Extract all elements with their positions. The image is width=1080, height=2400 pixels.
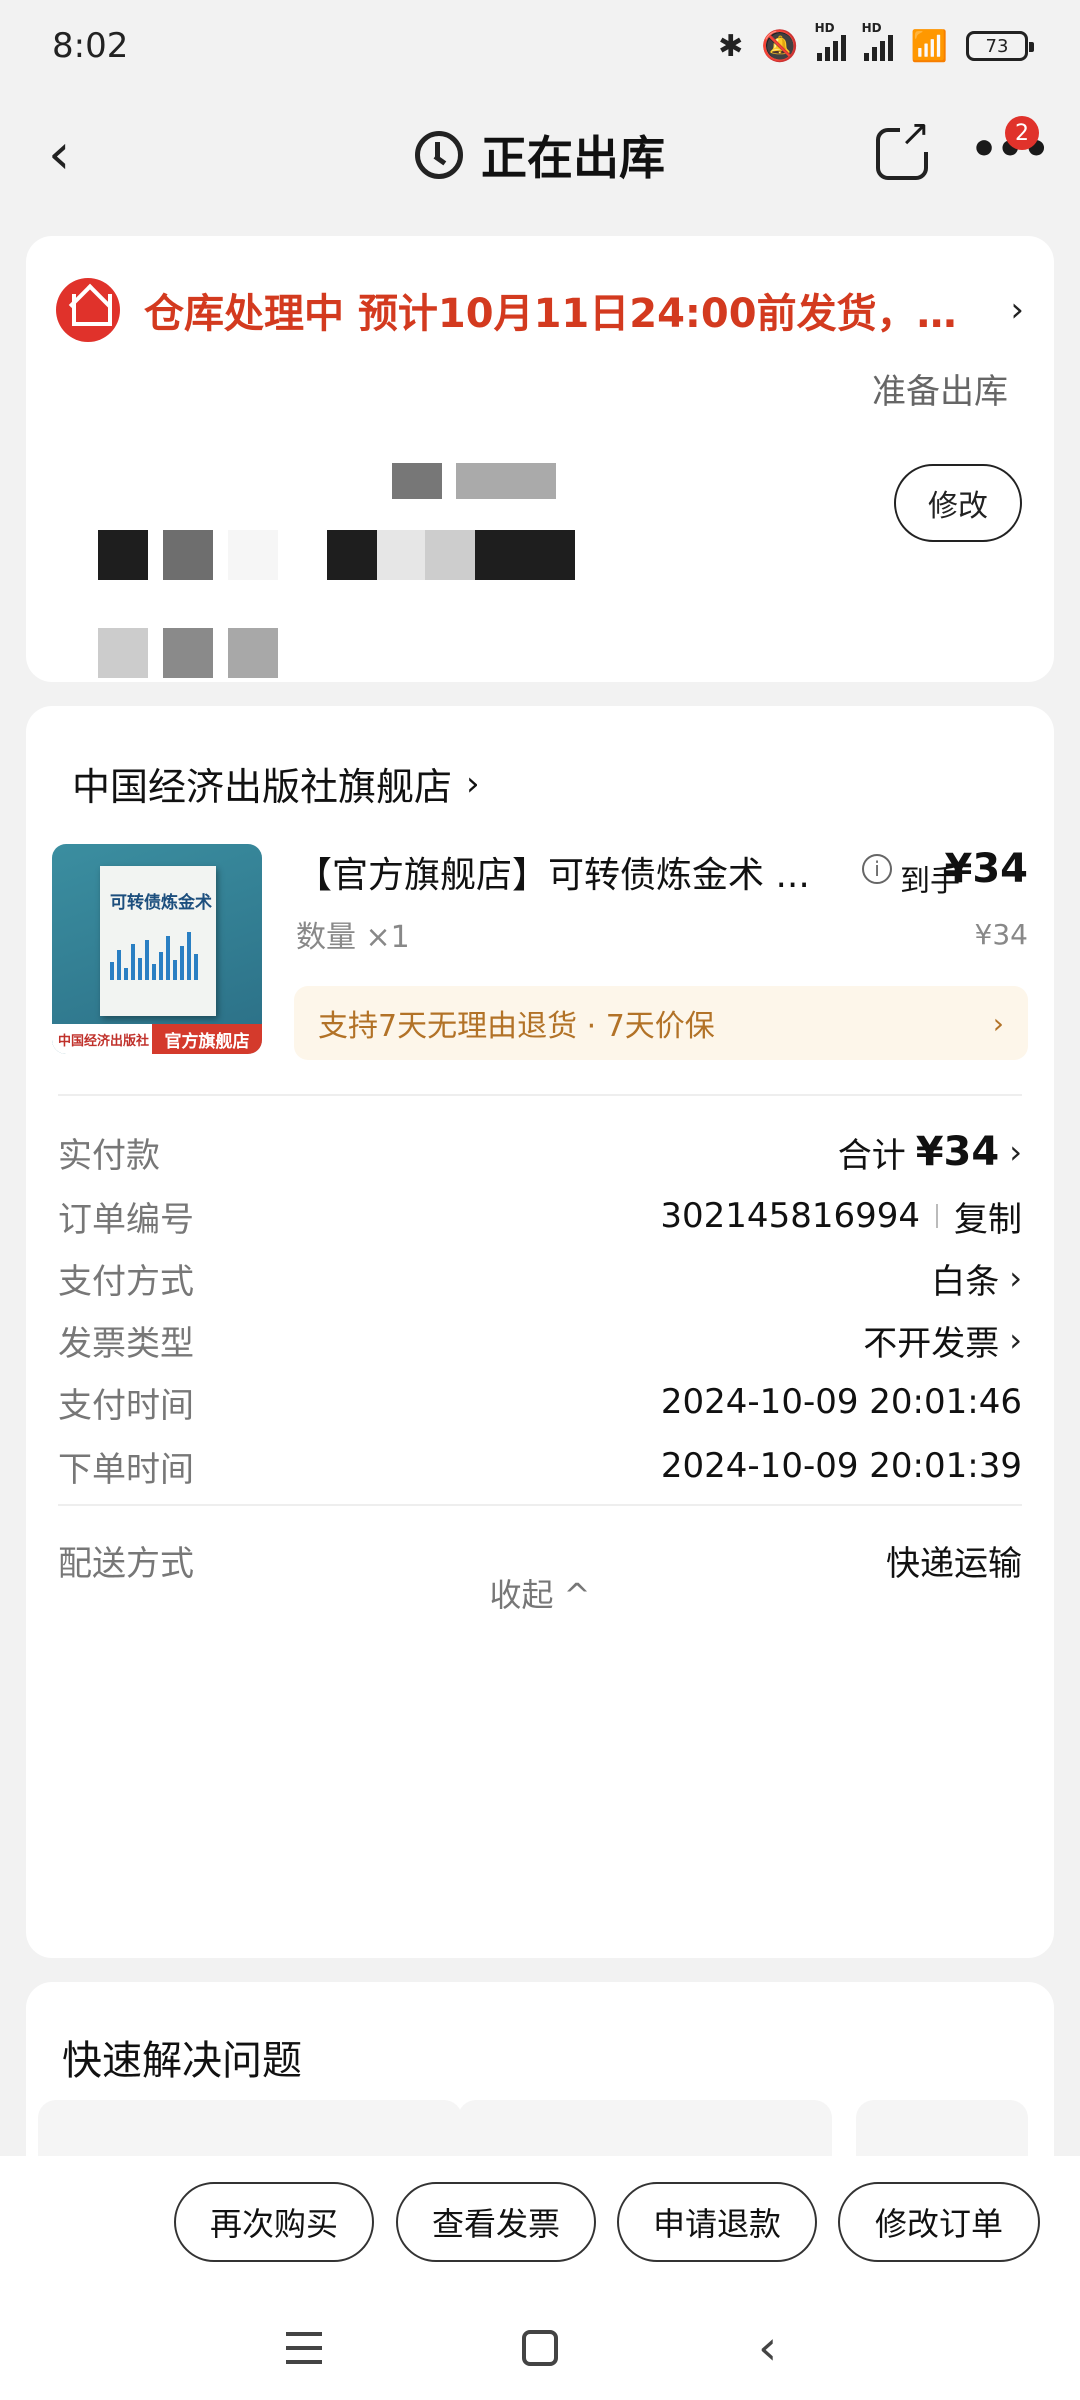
menu-icon[interactable] xyxy=(286,2332,322,2364)
quantity: 数量 ×1 xyxy=(296,920,410,955)
signal-icon: HD xyxy=(815,21,846,61)
row-label: 支付方式 xyxy=(58,1261,194,1302)
buy-again-button[interactable]: 再次购买 xyxy=(174,2182,374,2262)
status-bar: 8:02 ✱ 🔕 HD HD 📶 73 xyxy=(0,0,1080,92)
home-icon[interactable] xyxy=(522,2330,558,2366)
clock-icon xyxy=(415,131,463,179)
book-cover: 可转债炼金术 xyxy=(100,866,216,1016)
product-image[interactable]: 可转债炼金术 中国经济出版社 官方旗舰店 xyxy=(52,844,262,1054)
chevron-right-icon: › xyxy=(1009,1321,1022,1359)
order-card: 中国经济出版社旗舰店 › 可转债炼金术 中国经济出版社 官方旗舰店 【官方旗舰店… xyxy=(26,706,1054,1958)
publisher-mark: 中国经济出版社 xyxy=(58,1033,150,1049)
guarantee-text: 支持7天无理由退货 · 7天价保 xyxy=(318,1009,715,1044)
back-icon[interactable]: ‹ xyxy=(758,2320,777,2376)
mute-bell-icon: 🔕 xyxy=(761,28,799,64)
notification-badge: 2 xyxy=(1005,116,1039,150)
product-name[interactable]: 【官方旗舰店】可转债炼金术 ... xyxy=(296,846,836,898)
row-paid-amount[interactable]: 实付款 合计 ¥34 › xyxy=(58,1122,1022,1182)
chevron-right-icon: › xyxy=(992,1006,1004,1040)
row-label: 订单编号 xyxy=(58,1199,194,1240)
flagship-badge: 官方旗舰店 xyxy=(152,1024,262,1054)
warehouse-icon xyxy=(56,278,120,342)
row-label: 实付款 xyxy=(58,1135,160,1176)
modify-order-button[interactable]: 修改订单 xyxy=(838,2182,1040,2262)
chart-graphic xyxy=(110,930,206,980)
row-payment-method[interactable]: 支付方式 白条 › xyxy=(58,1248,1022,1308)
divider xyxy=(58,1094,1022,1096)
row-pay-time: 支付时间 2024-10-09 20:01:46 xyxy=(58,1372,1022,1432)
view-invoice-button[interactable]: 查看发票 xyxy=(396,2182,596,2262)
copy-button[interactable]: 复制 xyxy=(954,1192,1022,1241)
chevron-right-icon: › xyxy=(466,763,480,804)
wifi-icon: 📶 xyxy=(910,28,948,64)
row-label: 发票类型 xyxy=(58,1323,194,1364)
final-price: ¥34 xyxy=(944,846,1029,892)
prep-text: 准备出库 xyxy=(872,372,1008,412)
status-time: 8:02 xyxy=(52,26,129,66)
edit-address-button[interactable]: 修改 xyxy=(894,464,1022,542)
unit-price: ¥34 xyxy=(974,918,1028,951)
bluetooth-icon: ✱ xyxy=(718,28,744,64)
status-icons: ✱ 🔕 HD HD 📶 73 xyxy=(718,21,1034,64)
chevron-right-icon: › xyxy=(1009,1259,1022,1297)
signal-icon-2: HD xyxy=(862,21,893,61)
store-link[interactable]: 中国经济出版社旗舰店 › xyxy=(72,756,480,811)
bottom-action-bar: 再次购买 查看发票 申请退款 修改订单 ‹ xyxy=(0,2156,1080,2400)
page-title: 正在出库 xyxy=(481,131,665,185)
divider xyxy=(58,1504,1022,1506)
shipping-status-row[interactable]: 仓库处理中 预计10月11日24:00前发货，1... › xyxy=(56,278,1024,342)
row-value: 2024-10-09 20:01:46 xyxy=(660,1382,1022,1422)
row-label: 下单时间 xyxy=(58,1449,194,1490)
battery-icon: 73 xyxy=(966,31,1034,61)
row-order-time: 下单时间 2024-10-09 20:01:39 xyxy=(58,1436,1022,1496)
image-footer: 中国经济出版社 官方旗舰店 xyxy=(52,1024,262,1054)
quick-solve-title: 快速解决问题 xyxy=(62,2038,302,2084)
row-value: 白条 › xyxy=(931,1259,1022,1302)
request-refund-button[interactable]: 申请退款 xyxy=(617,2182,817,2262)
row-invoice-type[interactable]: 发票类型 不开发票 › xyxy=(58,1310,1022,1370)
row-value: 不开发票 › xyxy=(863,1321,1022,1364)
guarantee-banner[interactable]: 支持7天无理由退货 · 7天价保 › xyxy=(294,986,1028,1060)
system-nav-bar: ‹ xyxy=(0,2320,1080,2380)
store-name: 中国经济出版社旗舰店 xyxy=(72,765,453,809)
row-value: 合计 ¥34 › xyxy=(837,1129,1022,1176)
row-value: 302145816994 复制 xyxy=(660,1192,1022,1241)
collapse-button[interactable]: 收起 ^ xyxy=(26,1570,1054,1616)
chevron-right-icon: › xyxy=(1010,290,1024,330)
book-title: 可转债炼金术 xyxy=(110,893,212,913)
chevron-right-icon: › xyxy=(1009,1133,1022,1171)
row-order-number: 订单编号 302145816994 复制 xyxy=(58,1186,1022,1246)
nav-bar: ‹ 正在出库 ••• xyxy=(0,100,1080,210)
share-button[interactable] xyxy=(876,116,930,180)
row-label: 支付时间 xyxy=(58,1385,194,1426)
row-value: 2024-10-09 20:01:39 xyxy=(660,1446,1022,1486)
shipping-status-card: 仓库处理中 预计10月11日24:00前发货，1... › 准备出库 修改 xyxy=(26,236,1054,682)
shipping-status-text: 仓库处理中 预计10月11日24:00前发货，1... xyxy=(144,291,984,337)
info-icon[interactable]: i xyxy=(862,854,892,884)
